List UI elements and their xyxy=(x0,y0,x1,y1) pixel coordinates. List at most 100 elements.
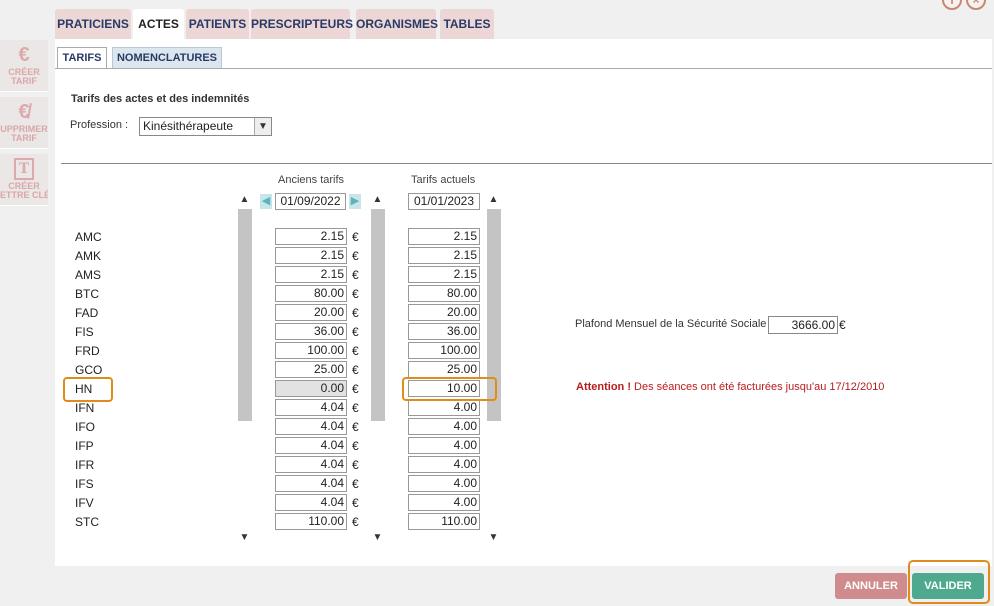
delete-tarif-label-2: TARIF xyxy=(11,133,37,143)
new-tarif-field-amk[interactable]: 2.15 xyxy=(408,247,480,264)
old-tarif-field-fis[interactable]: 36.00 xyxy=(275,323,347,340)
new-tarif-field-ifn[interactable]: 4.00 xyxy=(408,399,480,416)
highlight-hn-label xyxy=(63,377,113,402)
row-code-ams: AMS xyxy=(75,268,102,282)
tab-actes[interactable]: ACTES xyxy=(133,9,184,39)
euro-sign: € xyxy=(352,458,359,472)
chevron-down-icon[interactable]: ▼ xyxy=(254,118,271,135)
new-tarif-field-fad[interactable]: 20.00 xyxy=(408,304,480,321)
new-tarif-field-ams[interactable]: 2.15 xyxy=(408,266,480,283)
attention-text: Des séances ont été facturées jusqu'au 1… xyxy=(630,381,885,393)
create-letter-key-label-2: ETTRE CLÉ xyxy=(0,190,48,200)
tab-tables[interactable]: TABLES xyxy=(440,9,494,39)
new-tarifs-header: Tarifs actuels xyxy=(411,174,476,186)
old-tarif-field-stc[interactable]: 110.00 xyxy=(275,513,347,530)
row-code-ifp: IFP xyxy=(75,439,94,453)
highlight-hn-new xyxy=(402,377,497,401)
scroll-up-icon[interactable]: ▲ xyxy=(237,193,252,207)
previous-date-icon[interactable]: ◀ xyxy=(260,194,272,209)
old-tarif-field-ifn[interactable]: 4.04 xyxy=(275,399,347,416)
new-tarifs-date[interactable]: 01/01/2023 xyxy=(408,193,480,210)
scroll-down-icon[interactable]: ▼ xyxy=(486,531,501,545)
section-title: Tarifs des actes et des indemnités xyxy=(71,93,250,105)
new-tarif-field-stc[interactable]: 110.00 xyxy=(408,513,480,530)
next-date-icon[interactable]: ▶ xyxy=(349,194,361,209)
old-tarif-field-ams[interactable]: 2.15 xyxy=(275,266,347,283)
row-code-gco: GCO xyxy=(75,363,103,377)
divider xyxy=(61,163,992,164)
highlight-validate xyxy=(908,560,990,604)
row-code-ifr: IFR xyxy=(75,458,95,472)
euro-sign: € xyxy=(352,477,359,491)
close-icon[interactable]: × xyxy=(966,0,986,10)
letter-key-icon: T xyxy=(14,158,34,180)
scroll-thumb[interactable] xyxy=(238,209,252,421)
info-icon[interactable]: i xyxy=(942,0,962,10)
row-code-ifv: IFV xyxy=(75,496,94,510)
create-letter-key-button[interactable]: T CRÉER ETTRE CLÉ xyxy=(0,154,48,206)
old-tarif-field-btc[interactable]: 80.00 xyxy=(275,285,347,302)
euro-sign: € xyxy=(352,249,359,263)
tab-praticiens[interactable]: PRATICIENS xyxy=(55,9,131,39)
profession-value: Kinésithérapeute xyxy=(143,119,234,133)
new-tarif-field-btc[interactable]: 80.00 xyxy=(408,285,480,302)
old-tarif-field-ifo[interactable]: 4.04 xyxy=(275,418,347,435)
old-tarif-field-ifr[interactable]: 4.04 xyxy=(275,456,347,473)
euro-sign: € xyxy=(352,363,359,377)
tab-organismes[interactable]: ORGANISMES xyxy=(356,9,438,39)
euro-sign: € xyxy=(352,420,359,434)
create-tarif-label-2: TARIF xyxy=(11,76,37,86)
new-tarif-field-ifp[interactable]: 4.00 xyxy=(408,437,480,454)
old-tarif-field-gco[interactable]: 25.00 xyxy=(275,361,347,378)
new-tarif-field-fis[interactable]: 36.00 xyxy=(408,323,480,340)
euro-sign: € xyxy=(352,382,359,396)
create-tarif-button[interactable]: € CRÉER TARIF xyxy=(0,40,48,92)
euro-sign: € xyxy=(352,268,359,282)
old-tarifs-date[interactable]: 01/09/2022 xyxy=(275,193,346,210)
old-tarif-field-amk[interactable]: 2.15 xyxy=(275,247,347,264)
plafond-field[interactable]: 3666.00 xyxy=(768,316,838,334)
row-code-stc: STC xyxy=(75,515,99,529)
old-tarif-field-amc[interactable]: 2.15 xyxy=(275,228,347,245)
row-code-ifn: IFN xyxy=(75,401,95,415)
euro-sign: € xyxy=(352,344,359,358)
profession-select[interactable]: Kinésithérapeute ▼ xyxy=(139,117,272,136)
scroll-down-icon[interactable]: ▼ xyxy=(237,531,252,545)
subtab-nomenclatures[interactable]: NOMENCLATURES xyxy=(112,47,222,68)
row-code-fis: FIS xyxy=(75,325,94,339)
old-tarif-field-ifv[interactable]: 4.04 xyxy=(275,494,347,511)
tab-patients[interactable]: PATIENTS xyxy=(186,9,249,39)
scroll-up-icon[interactable]: ▲ xyxy=(370,193,385,207)
euro-sign: € xyxy=(352,306,359,320)
new-tarif-field-amc[interactable]: 2.15 xyxy=(408,228,480,245)
new-tarifs-scrollbar[interactable]: ▲ ▼ xyxy=(486,193,501,545)
new-tarif-field-frd[interactable]: 100.00 xyxy=(408,342,480,359)
old-tarif-field-hn[interactable]: 0.00 xyxy=(275,380,347,397)
old-tarifs-scrollbar[interactable]: ▲ ▼ xyxy=(370,193,385,545)
delete-tarif-button[interactable]: €̸ UPPRIMER TARIF xyxy=(0,97,48,149)
euro-sign: € xyxy=(352,439,359,453)
subtab-tarifs[interactable]: TARIFS xyxy=(57,47,107,68)
euro-sign: € xyxy=(352,515,359,529)
plafond-label: Plafond Mensuel de la Sécurité Sociale : xyxy=(575,318,773,330)
row-code-btc: BTC xyxy=(75,287,99,301)
new-tarif-field-gco[interactable]: 25.00 xyxy=(408,361,480,378)
old-tarif-field-ifp[interactable]: 4.04 xyxy=(275,437,347,454)
labels-scrollbar[interactable]: ▲ ▼ xyxy=(237,193,252,545)
euro-sign: € xyxy=(352,287,359,301)
tab-prescripteurs[interactable]: PRESCRIPTEURS xyxy=(251,9,353,39)
euro-sign: € xyxy=(352,401,359,415)
new-tarif-field-ifr[interactable]: 4.00 xyxy=(408,456,480,473)
euro-icon: € xyxy=(18,44,30,66)
old-tarif-field-frd[interactable]: 100.00 xyxy=(275,342,347,359)
old-tarif-field-fad[interactable]: 20.00 xyxy=(275,304,347,321)
old-tarif-field-ifs[interactable]: 4.04 xyxy=(275,475,347,492)
cancel-button[interactable]: ANNULER xyxy=(835,573,907,599)
row-code-fad: FAD xyxy=(75,306,99,320)
scroll-thumb[interactable] xyxy=(371,209,385,421)
scroll-up-icon[interactable]: ▲ xyxy=(486,193,501,207)
new-tarif-field-ifo[interactable]: 4.00 xyxy=(408,418,480,435)
new-tarif-field-ifs[interactable]: 4.00 xyxy=(408,475,480,492)
scroll-down-icon[interactable]: ▼ xyxy=(370,531,385,545)
new-tarif-field-ifv[interactable]: 4.00 xyxy=(408,494,480,511)
